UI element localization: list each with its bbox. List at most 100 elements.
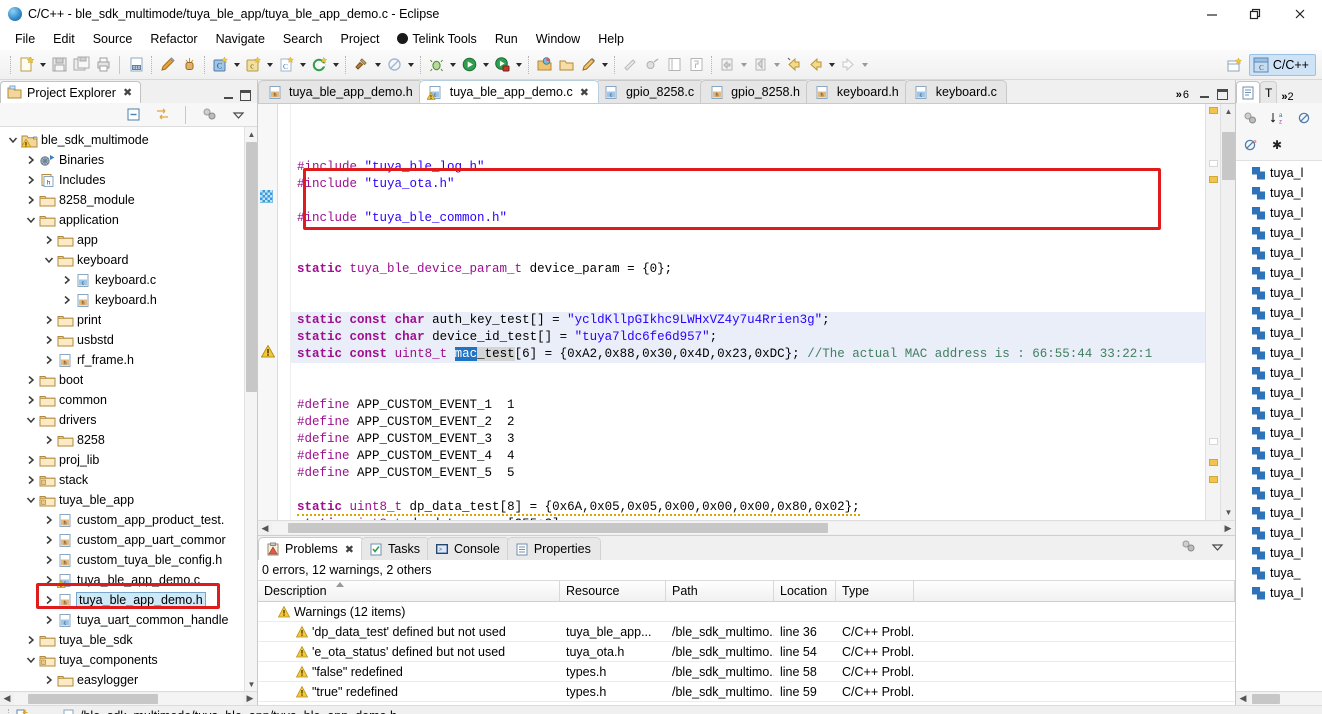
problems-view-chevron-down-icon[interactable] [1206,535,1228,557]
outline-tab-overflow[interactable]: » 2 [1277,90,1296,103]
problems-view-menu-icon[interactable] [1177,535,1199,557]
debug-icon[interactable] [425,54,447,76]
run-external-tools-icon[interactable] [491,54,513,76]
tree-horizontal-scrollbar[interactable]: ◀ ▶ [0,691,257,705]
sort-alphabetically-icon[interactable]: az [1266,107,1288,129]
toggle-block-selection-icon[interactable] [663,54,685,76]
chevron-right-icon[interactable] [60,270,74,290]
scroll-left-icon[interactable]: ◀ [0,693,14,704]
new-c-file-icon[interactable]: C [275,54,297,76]
hide-fields-icon[interactable] [1293,107,1315,129]
maximize-view-button[interactable] [240,90,251,101]
code-line[interactable] [291,244,1205,261]
chevron-right-icon[interactable] [24,450,38,470]
new-c-project-dropdown-icon[interactable] [231,54,242,76]
tab-type-hierarchy[interactable]: T [1260,81,1278,103]
editor-hscroll-track[interactable] [272,522,1221,534]
forward-arrow-icon[interactable] [837,54,859,76]
column-header-path[interactable]: Path [666,581,774,601]
tree-item[interactable]: easylogger [0,670,257,690]
column-header-location[interactable]: Location [774,581,836,601]
outline-item[interactable]: tuya_l [1236,203,1322,223]
menu-file[interactable]: File [6,30,44,48]
problems-panel-tab[interactable]: Problems ✖ [258,537,365,560]
outline-item[interactable]: tuya_l [1236,523,1322,543]
chevron-right-icon[interactable] [24,150,38,170]
tree-hscroll-thumb[interactable] [28,693,158,704]
editor-tab[interactable]: h keyboard.h [805,80,909,103]
tree-hscroll-track[interactable] [14,692,243,705]
tree-item[interactable]: stack [0,470,257,490]
chevron-down-icon[interactable] [24,650,38,670]
code-content[interactable]: #include "tuya_ble_log.h" #include "tuya_… [291,104,1205,520]
chevron-right-icon[interactable] [42,510,56,530]
tree-item[interactable]: boot [0,370,257,390]
tree-item[interactable]: c tuya_ble_app_demo.c [0,570,257,590]
outline-item[interactable]: tuya_l [1236,183,1322,203]
scroll-up-icon[interactable]: ▲ [245,127,257,141]
open-perspective-icon[interactable] [1224,54,1246,76]
editor-tab[interactable]: c gpio_8258.c [594,80,705,103]
code-line[interactable] [291,295,1205,312]
tree-item[interactable]: drivers [0,410,257,430]
column-header-type[interactable]: Type [836,581,914,601]
code-line[interactable]: #define APP_CUSTOM_EVENT_4 4 [291,448,1205,465]
outline-item[interactable]: tuya_l [1236,223,1322,243]
chevron-right-icon[interactable] [24,470,38,490]
back-arrow-icon[interactable] [804,54,826,76]
build-pencil-icon[interactable] [156,54,178,76]
editor-tab[interactable]: c tuya_ble_app_demo.c ✖ [418,80,599,103]
code-line[interactable]: static const uint8_t mac_test[6] = {0xA2… [291,346,1205,363]
code-line[interactable] [291,363,1205,380]
chevron-right-icon[interactable] [24,370,38,390]
chevron-right-icon[interactable] [24,390,38,410]
problems-group-row[interactable]: Warnings (12 items) [258,602,1235,622]
problems-panel-tab[interactable]: > Console [426,537,510,560]
tree-item[interactable]: h rf_frame.h [0,350,257,370]
chevron-right-icon[interactable] [24,170,38,190]
tree-item[interactable]: h Includes [0,170,257,190]
close-icon[interactable]: ✖ [123,86,132,99]
code-line[interactable] [291,227,1205,244]
tree-item[interactable]: common [0,390,257,410]
build-disabled-icon[interactable] [383,54,405,76]
chevron-right-icon[interactable] [42,670,56,690]
chevron-right-icon[interactable] [42,530,56,550]
menu-refactor[interactable]: Refactor [141,30,206,48]
code-line[interactable]: #include "tuya_ble_common.h" [291,210,1205,227]
search-pencil-icon[interactable] [577,54,599,76]
minimize-view-button[interactable] [223,90,234,101]
tree-item[interactable]: keyboard [0,250,257,270]
tree-item[interactable]: usbstd [0,330,257,350]
tree-item[interactable]: Cble_sdk_multimode [0,130,257,150]
outline-item[interactable]: tuya_l [1236,483,1322,503]
outline-item[interactable]: tuya_l [1236,323,1322,343]
new-c-project-icon[interactable]: C [209,54,231,76]
next-annotation-icon[interactable] [619,54,641,76]
back-dropdown-icon[interactable] [826,54,837,76]
scroll-down-icon[interactable]: ▼ [245,677,257,691]
code-line[interactable]: static const char auth_key_test[] = "ycl… [291,312,1205,329]
code-line[interactable]: #define APP_CUSTOM_EVENT_2 2 [291,414,1205,431]
outline-list[interactable]: tuya_l tuya_l tuya_l tuya_l tuya_l tuya_l tuya… [1236,161,1322,691]
editor-hscroll-thumb[interactable] [288,523,828,533]
tree-item[interactable]: 8258 [0,430,257,450]
new-c-file-dropdown-icon[interactable] [297,54,308,76]
minimize-editor-button[interactable] [1199,89,1210,100]
outline-item[interactable]: tuya_l [1236,383,1322,403]
code-line[interactable] [291,193,1205,210]
outline-item[interactable]: tuya_l [1236,443,1322,463]
overview-warning-mark[interactable] [1209,107,1218,114]
chevron-right-icon[interactable] [42,590,56,610]
run-dropdown-icon[interactable] [480,54,491,76]
overview-warning-mark[interactable] [1209,476,1218,483]
menu-telink-tools[interactable]: Telink Tools [388,30,485,48]
menu-run[interactable]: Run [486,30,527,48]
code-line[interactable]: #include "tuya_ble_log.h" [291,159,1205,176]
outline-item[interactable]: tuya_l [1236,303,1322,323]
minimize-button[interactable] [1190,0,1234,28]
outline-item[interactable]: tuya_l [1236,263,1322,283]
scroll-up-icon[interactable]: ▲ [1221,104,1236,119]
close-icon[interactable]: ✖ [580,86,589,99]
chevron-down-icon[interactable] [42,250,56,270]
